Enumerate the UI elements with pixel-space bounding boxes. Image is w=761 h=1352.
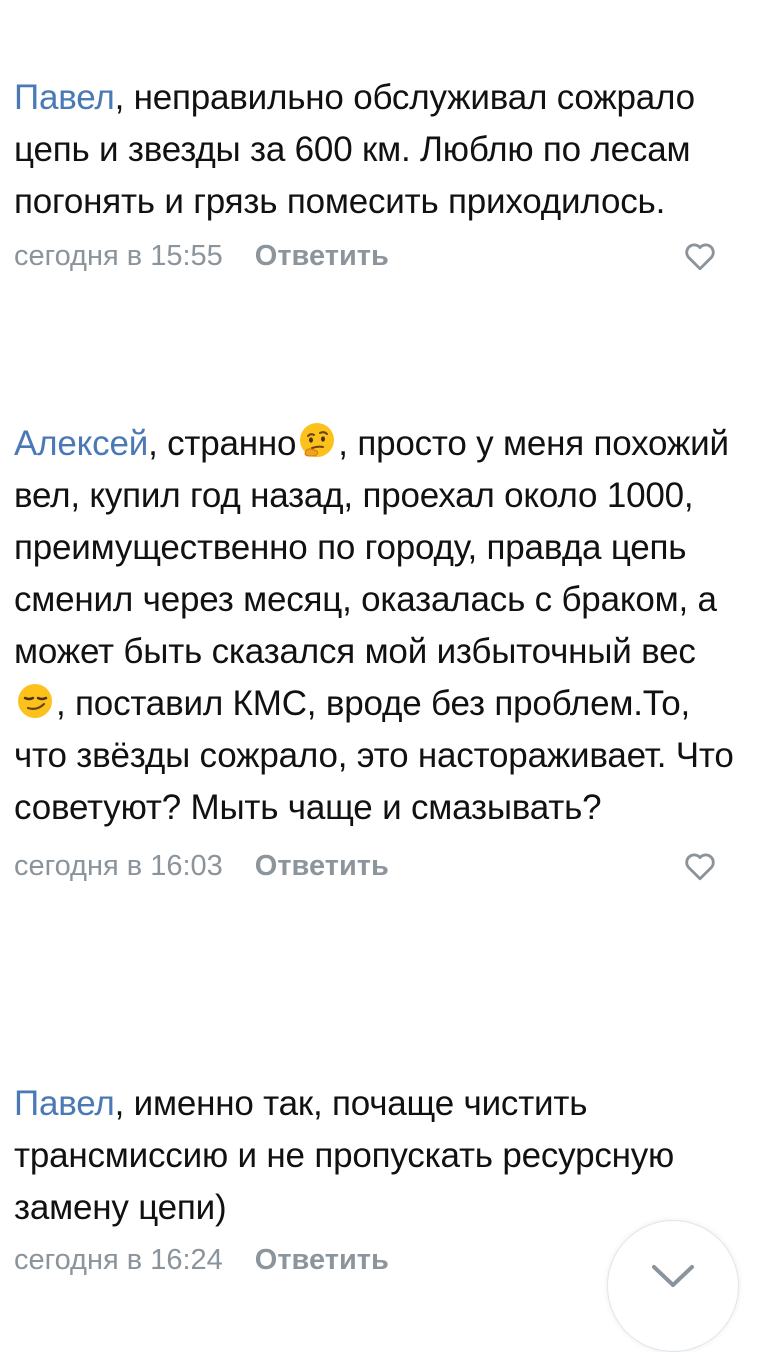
heart-outline-icon[interactable] [682,238,718,274]
smirking-face-emoji [15,681,55,721]
comment-2-author[interactable]: Алексей [14,424,148,463]
comment-2-meta: сегодня в 16:03 Ответить [14,840,734,892]
comment-3-reply-button[interactable]: Ответить [255,1244,389,1277]
thinking-face-emoji [297,421,337,461]
comment-2-text: Алексей, странно, просто у меня похожий … [14,418,734,834]
comment-1: Павел, неправильно обслуживал сожрало це… [14,72,734,282]
scroll-down-button[interactable] [607,1220,739,1352]
comment-1-time: сегодня в 15:55 [14,239,223,272]
comment-1-meta: сегодня в 15:55 Ответить [14,230,734,282]
comment-2-time: сегодня в 16:03 [14,849,223,882]
comment-1-body: , неправильно обслуживал сожрало цепь и … [14,78,695,221]
comment-2-reply-button[interactable]: Ответить [255,850,389,883]
heart-outline-icon[interactable] [682,848,718,884]
comment-1-reply-button[interactable]: Ответить [255,240,389,273]
comment-3-text: Павел, именно так, почаще чистить трансм… [14,1078,734,1234]
comment-2-body-part-1: , странно [148,424,297,463]
comment-3-time: сегодня в 16:24 [14,1243,223,1276]
comment-2-body-part-3: , поставил КМС, вроде без проблем.То, чт… [14,684,734,827]
comment-3-author[interactable]: Павел [14,1084,115,1123]
comment-1-author[interactable]: Павел [14,78,115,117]
chevron-down-icon [652,1265,694,1287]
comment-1-text: Павел, неправильно обслуживал сожрало це… [14,72,734,228]
comment-2: Алексей, странно, просто у меня похожий … [14,418,734,892]
